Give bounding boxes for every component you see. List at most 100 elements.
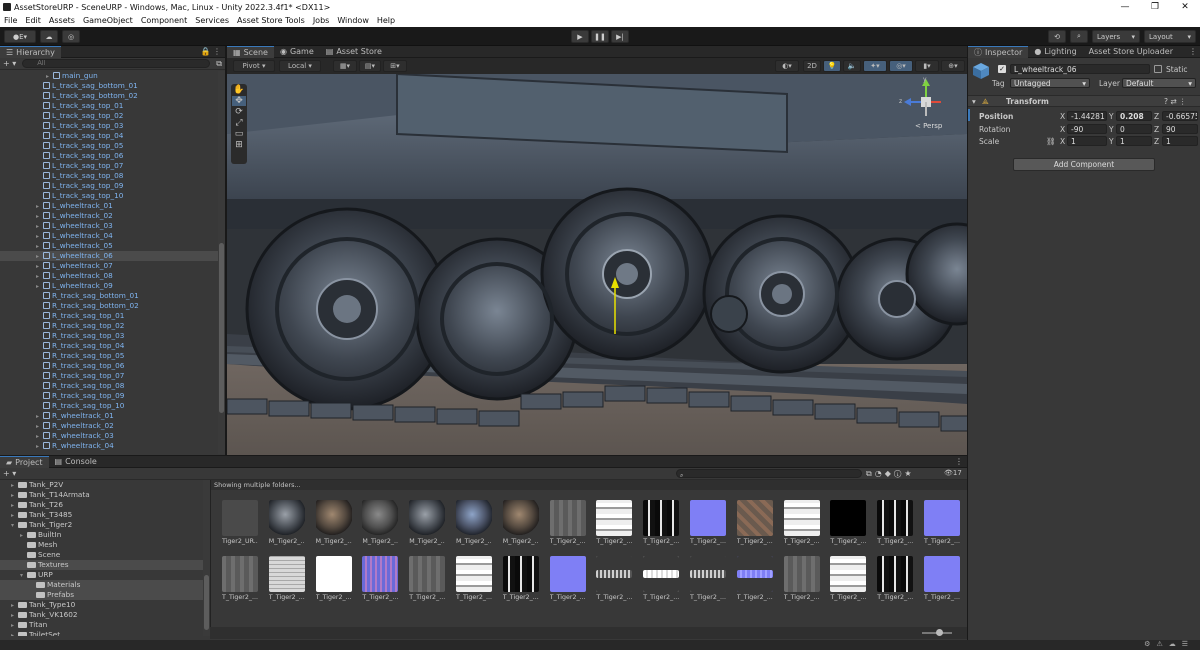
asset-item[interactable]: T_Tiger2_...: [268, 556, 305, 601]
scale-x-field[interactable]: 1: [1067, 136, 1107, 146]
effects-toggle-icon[interactable]: ✦▾: [863, 60, 887, 72]
hierarchy-item[interactable]: ▸ L_wheeltrack_04: [0, 231, 218, 241]
hierarchy-item[interactable]: ▸ L_wheeltrack_02: [0, 211, 218, 221]
asset-item[interactable]: T_Tiger2_...: [924, 556, 960, 601]
asset-item[interactable]: T_Tiger2_...: [830, 500, 867, 545]
asset-item[interactable]: T_Tiger2_...: [456, 556, 492, 601]
hierarchy-item[interactable]: L_track_sag_top_09: [0, 181, 218, 191]
object-name-field[interactable]: L_wheeltrack_06: [1010, 64, 1150, 74]
folder-item[interactable]: ▸ Titan: [0, 620, 203, 630]
hierarchy-item[interactable]: L_track_sag_top_04: [0, 131, 218, 141]
draw-mode-icon[interactable]: ◐▾: [775, 60, 799, 72]
menu-jobs[interactable]: Jobs: [309, 16, 334, 25]
hierarchy-item[interactable]: ▸ R_wheeltrack_01: [0, 411, 218, 421]
folder-item[interactable]: Prefabs: [0, 590, 203, 600]
play-button[interactable]: ▶: [571, 30, 589, 43]
hierarchy-item[interactable]: L_track_sag_top_07: [0, 161, 218, 171]
scrollbar-thumb[interactable]: [204, 575, 209, 630]
hierarchy-item[interactable]: ▸ main_gun: [0, 71, 218, 81]
hierarchy-item[interactable]: ▸ L_wheeltrack_05: [0, 241, 218, 251]
hierarchy-item[interactable]: L_track_sag_bottom_01: [0, 81, 218, 91]
folder-item[interactable]: Materials: [0, 580, 203, 590]
hierarchy-item[interactable]: R_track_sag_top_01: [0, 311, 218, 321]
menu-gameobject[interactable]: GameObject: [79, 16, 137, 25]
visibility-toggle-icon[interactable]: ◎▾: [889, 60, 913, 72]
hierarchy-item[interactable]: R_track_sag_top_06: [0, 361, 218, 371]
hierarchy-item[interactable]: R_track_sag_bottom_02: [0, 301, 218, 311]
grid-snap-icon[interactable]: ▦▾: [333, 60, 357, 72]
asset-item[interactable]: T_Tiger2_...: [643, 556, 680, 601]
layers-dropdown[interactable]: Layers ▾: [1092, 30, 1140, 43]
tab-hierarchy[interactable]: ☰ Hierarchy: [0, 45, 61, 58]
hierarchy-item[interactable]: R_track_sag_top_03: [0, 331, 218, 341]
folder-tree-scrollbar[interactable]: [203, 480, 210, 636]
scale-tool-icon[interactable]: ⤢: [235, 118, 242, 128]
asset-item[interactable]: T_Tiger2_...: [783, 556, 820, 601]
asset-item[interactable]: Tiger2_UR...: [222, 500, 258, 545]
folder-item[interactable]: ▸ Tank_VK1602: [0, 610, 203, 620]
hierarchy-item[interactable]: R_track_sag_top_02: [0, 321, 218, 331]
mode-2d-toggle[interactable]: 2D: [803, 60, 821, 72]
tab-lighting[interactable]: ● Lighting: [1028, 46, 1082, 58]
asset-item[interactable]: M_Tiger2_...: [362, 500, 399, 545]
component-menu-icon[interactable]: ? ⇄ ⋮: [1164, 97, 1187, 106]
asset-item[interactable]: T_Tiger2_...: [783, 500, 820, 545]
tag-dropdown[interactable]: Untagged ▾: [1010, 78, 1090, 88]
minimize-button[interactable]: —: [1110, 0, 1140, 14]
hierarchy-item[interactable]: ▸ R_wheeltrack_02: [0, 421, 218, 431]
hierarchy-search-input[interactable]: [22, 59, 211, 68]
snap-increment-icon[interactable]: ▤▾: [359, 60, 381, 72]
hierarchy-item[interactable]: L_track_sag_top_06: [0, 151, 218, 161]
snap-toggle-icon[interactable]: ⊞▾: [383, 60, 407, 72]
panel-menu-icon[interactable]: ⋮: [955, 457, 967, 466]
project-search-input[interactable]: ⌕: [676, 469, 862, 479]
panel-menu-icon[interactable]: 🔒 ⋮: [200, 47, 225, 56]
tab-scene[interactable]: ▦ Scene: [227, 45, 274, 58]
hierarchy-item[interactable]: R_track_sag_top_04: [0, 341, 218, 351]
menu-asset-store-tools[interactable]: Asset Store Tools: [233, 16, 309, 25]
filter-icon[interactable]: ⧉: [216, 59, 222, 69]
hierarchy-item[interactable]: L_track_sag_top_02: [0, 111, 218, 121]
asset-item[interactable]: T_Tiger2_...: [596, 556, 633, 601]
scale-z-field[interactable]: 1: [1162, 136, 1198, 146]
hierarchy-item[interactable]: R_track_sag_bottom_01: [0, 291, 218, 301]
search-icon[interactable]: ⌕: [1070, 30, 1088, 43]
folder-item[interactable]: ▸ Tank_T3485: [0, 510, 203, 520]
transform-header[interactable]: ▾ ⟁ Transform ? ⇄ ⋮: [968, 95, 1200, 107]
folder-item[interactable]: ▾ URP: [0, 570, 203, 580]
pause-button[interactable]: ❚❚: [591, 30, 609, 43]
folder-item[interactable]: Mesh: [0, 540, 203, 550]
history-icon[interactable]: ⟲: [1048, 30, 1066, 43]
hierarchy-item[interactable]: L_track_sag_top_03: [0, 121, 218, 131]
status-icons[interactable]: ⚙⚠☁☰: [1144, 640, 1194, 648]
scene-viewport[interactable]: ✋ ✥ ⟳ ⤢ ▭ ⊞ y z < Persp: [227, 74, 967, 455]
asset-item[interactable]: M_Tiger2_...: [502, 500, 539, 545]
hierarchy-item[interactable]: R_track_sag_top_10: [0, 401, 218, 411]
hierarchy-item[interactable]: R_track_sag_top_09: [0, 391, 218, 401]
rect-tool-icon[interactable]: ▭: [235, 129, 244, 139]
asset-item[interactable]: T_Tiger2_...: [877, 556, 914, 601]
filter-icons[interactable]: ⧉◔◆ⓘ★: [866, 469, 915, 479]
hierarchy-item[interactable]: ▸ L_wheeltrack_03: [0, 221, 218, 231]
add-icon[interactable]: + ▾: [3, 469, 16, 478]
folder-item[interactable]: ▸ Tank_P2V: [0, 480, 203, 490]
restore-button[interactable]: ❐: [1140, 0, 1170, 14]
position-x-field[interactable]: -1.44281: [1067, 111, 1107, 121]
account-button[interactable]: ● E ▾: [4, 30, 36, 43]
hand-tool-icon[interactable]: ✋: [233, 85, 244, 95]
hierarchy-item[interactable]: R_track_sag_top_07: [0, 371, 218, 381]
orientation-gizmo[interactable]: y z < Persp: [899, 76, 951, 132]
rotation-z-field[interactable]: 90: [1162, 124, 1198, 134]
asset-item[interactable]: M_Tiger2_...: [315, 500, 352, 545]
folder-item[interactable]: ▸ BuiltIn: [0, 530, 203, 540]
audio-toggle-icon[interactable]: 🔈: [843, 60, 861, 72]
asset-item[interactable]: T_Tiger2_...: [877, 500, 914, 545]
asset-item[interactable]: M_Tiger2_...: [268, 500, 305, 545]
add-icon[interactable]: + ▾: [3, 59, 16, 68]
tab-asset-store[interactable]: ▤ Asset Store: [320, 46, 388, 58]
hierarchy-item[interactable]: L_track_sag_top_05: [0, 141, 218, 151]
hierarchy-item[interactable]: ▸ R_wheeltrack_03: [0, 431, 218, 441]
asset-item[interactable]: T_Tiger2_...: [409, 556, 446, 601]
hierarchy-item[interactable]: ▸ R_wheeltrack_04: [0, 441, 218, 451]
move-tool-icon[interactable]: ✥: [232, 96, 246, 106]
